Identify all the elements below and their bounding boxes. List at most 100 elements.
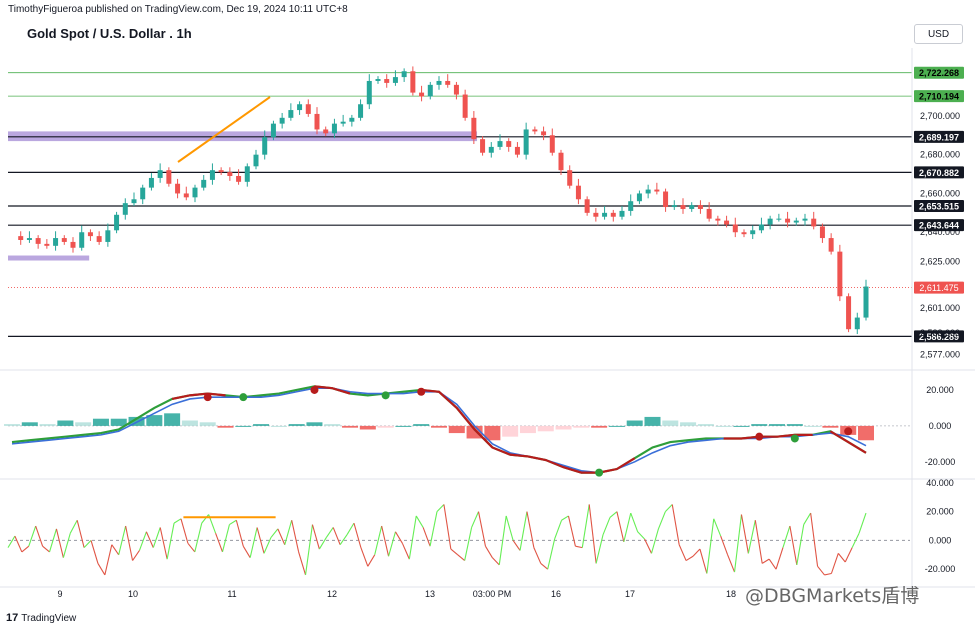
macd-histogram-bar bbox=[644, 416, 661, 426]
candle-body bbox=[645, 189, 651, 194]
oscillator-segment bbox=[42, 545, 50, 553]
oscillator-segment bbox=[249, 527, 258, 558]
candle-body bbox=[79, 232, 85, 248]
oscillator-segment bbox=[471, 511, 480, 528]
macd-histogram-bar bbox=[235, 425, 252, 427]
oscillator-segment bbox=[339, 534, 348, 546]
candle-body bbox=[270, 123, 276, 138]
oscillator-segment bbox=[346, 522, 355, 535]
oscillator-segment bbox=[332, 527, 341, 545]
oscillator-segment bbox=[28, 525, 37, 547]
candle-body bbox=[602, 212, 608, 217]
candle-body bbox=[471, 117, 477, 140]
macd-histogram-bar bbox=[804, 425, 821, 427]
candle-body bbox=[253, 154, 259, 167]
macd-histogram-bar bbox=[715, 425, 732, 427]
price-level-label: 2,722.268 bbox=[919, 68, 959, 78]
oscillator-segment bbox=[512, 540, 521, 551]
oscillator-segment bbox=[740, 514, 749, 554]
candle-body bbox=[802, 218, 808, 221]
macd-cross-dot bbox=[844, 427, 853, 436]
oscillator-segment bbox=[817, 565, 825, 576]
oscillator-segment bbox=[595, 534, 604, 564]
oscillator-segment bbox=[588, 504, 597, 564]
oscillator-pane bbox=[7, 504, 910, 576]
macd-tick-label: -20.000 bbox=[925, 457, 956, 467]
oscillator-segment bbox=[422, 527, 431, 547]
macd-histogram-bar bbox=[733, 425, 750, 427]
macd-histogram-bar bbox=[591, 425, 608, 428]
oscillator-segment bbox=[7, 535, 16, 548]
candle-body bbox=[26, 238, 32, 240]
candle-body bbox=[244, 166, 250, 182]
oscillator-segment bbox=[491, 557, 500, 566]
macd-histogram-bar bbox=[662, 420, 679, 426]
macd-histogram-bar bbox=[199, 422, 216, 426]
macd-histogram-bar bbox=[270, 425, 287, 427]
oscillator-segment bbox=[671, 504, 680, 545]
macd-histogram-bar bbox=[217, 425, 234, 428]
macd-histogram-bar bbox=[413, 424, 430, 426]
price-pane: 2,722.268 2,710.194 2,689.197 2,670.882 2,65… bbox=[8, 66, 964, 343]
oscillator-segment bbox=[55, 528, 64, 558]
oscillator-segment bbox=[754, 520, 763, 564]
candle-body bbox=[453, 84, 459, 95]
last-price-label: 2,611.475 bbox=[919, 283, 958, 293]
macd-histogram-bar bbox=[858, 425, 874, 441]
price-level-label: 2,653.515 bbox=[919, 202, 959, 212]
candle-body bbox=[131, 199, 137, 204]
macd-histogram-bar bbox=[786, 424, 803, 426]
oscillator-segment bbox=[325, 527, 334, 538]
price-tick-label: 2,700.000 bbox=[920, 111, 960, 121]
candle-body bbox=[593, 212, 599, 217]
oscillator-segment bbox=[727, 554, 736, 573]
candle-body bbox=[436, 80, 442, 85]
macd-histogram-bar bbox=[608, 425, 625, 427]
oscillator-segment bbox=[291, 520, 300, 553]
oscillator-segment bbox=[152, 527, 161, 548]
oscillator-segment bbox=[242, 545, 251, 558]
oscillator-segment bbox=[83, 540, 92, 548]
price-tick-label: 2,588.000 bbox=[920, 328, 960, 338]
candle-body bbox=[192, 187, 198, 198]
oscillator-segment bbox=[575, 545, 583, 549]
oscillator-segment bbox=[429, 511, 438, 547]
oscillator-segment bbox=[644, 538, 652, 554]
candle-body bbox=[514, 146, 520, 155]
oscillator-segment bbox=[720, 535, 729, 555]
macd-histogram-bar bbox=[324, 424, 341, 426]
trading-chart[interactable]: 2,722.268 2,710.194 2,689.197 2,670.882 2,65… bbox=[0, 0, 975, 631]
candle-body bbox=[785, 218, 791, 223]
macd-cross-dot bbox=[381, 391, 390, 400]
candle-body bbox=[741, 232, 747, 235]
price-tick-label: 2,601.000 bbox=[920, 303, 960, 313]
oscillator-segment bbox=[554, 520, 563, 540]
macd-pane bbox=[4, 385, 910, 477]
axes: 2,700.000 2,680.000 2,660.000 2,640.000 2,62… bbox=[0, 48, 975, 599]
oscillator-segment bbox=[519, 511, 528, 551]
candle-body bbox=[96, 236, 102, 242]
tradingview-logo[interactable]: 17 TradingView bbox=[6, 612, 76, 624]
tradingview-logo-icon: 17 bbox=[6, 612, 19, 624]
oscillator-segment bbox=[547, 538, 556, 570]
macd-histogram-bar bbox=[769, 424, 786, 426]
oscillator-segment bbox=[602, 517, 611, 535]
candle-body bbox=[506, 141, 512, 147]
oscillator-segment bbox=[21, 545, 30, 553]
candle-body bbox=[297, 104, 303, 111]
oscillator-segment bbox=[69, 520, 78, 534]
macd-histogram-bar bbox=[21, 422, 38, 426]
candle-body bbox=[105, 230, 111, 242]
macd-histogram-bar bbox=[502, 425, 519, 437]
oscillator-segment bbox=[637, 531, 645, 540]
oscillator-segment bbox=[609, 511, 618, 518]
candle-body bbox=[819, 226, 825, 239]
oscillator-segment bbox=[810, 513, 819, 567]
macd-cross-dot bbox=[417, 387, 426, 396]
oscillator-segment bbox=[388, 531, 397, 557]
candle-body bbox=[427, 84, 433, 97]
candle-body bbox=[663, 191, 669, 208]
price-level-label: 2,670.882 bbox=[919, 168, 959, 178]
candle-body bbox=[44, 243, 50, 246]
candle-body bbox=[689, 205, 695, 209]
